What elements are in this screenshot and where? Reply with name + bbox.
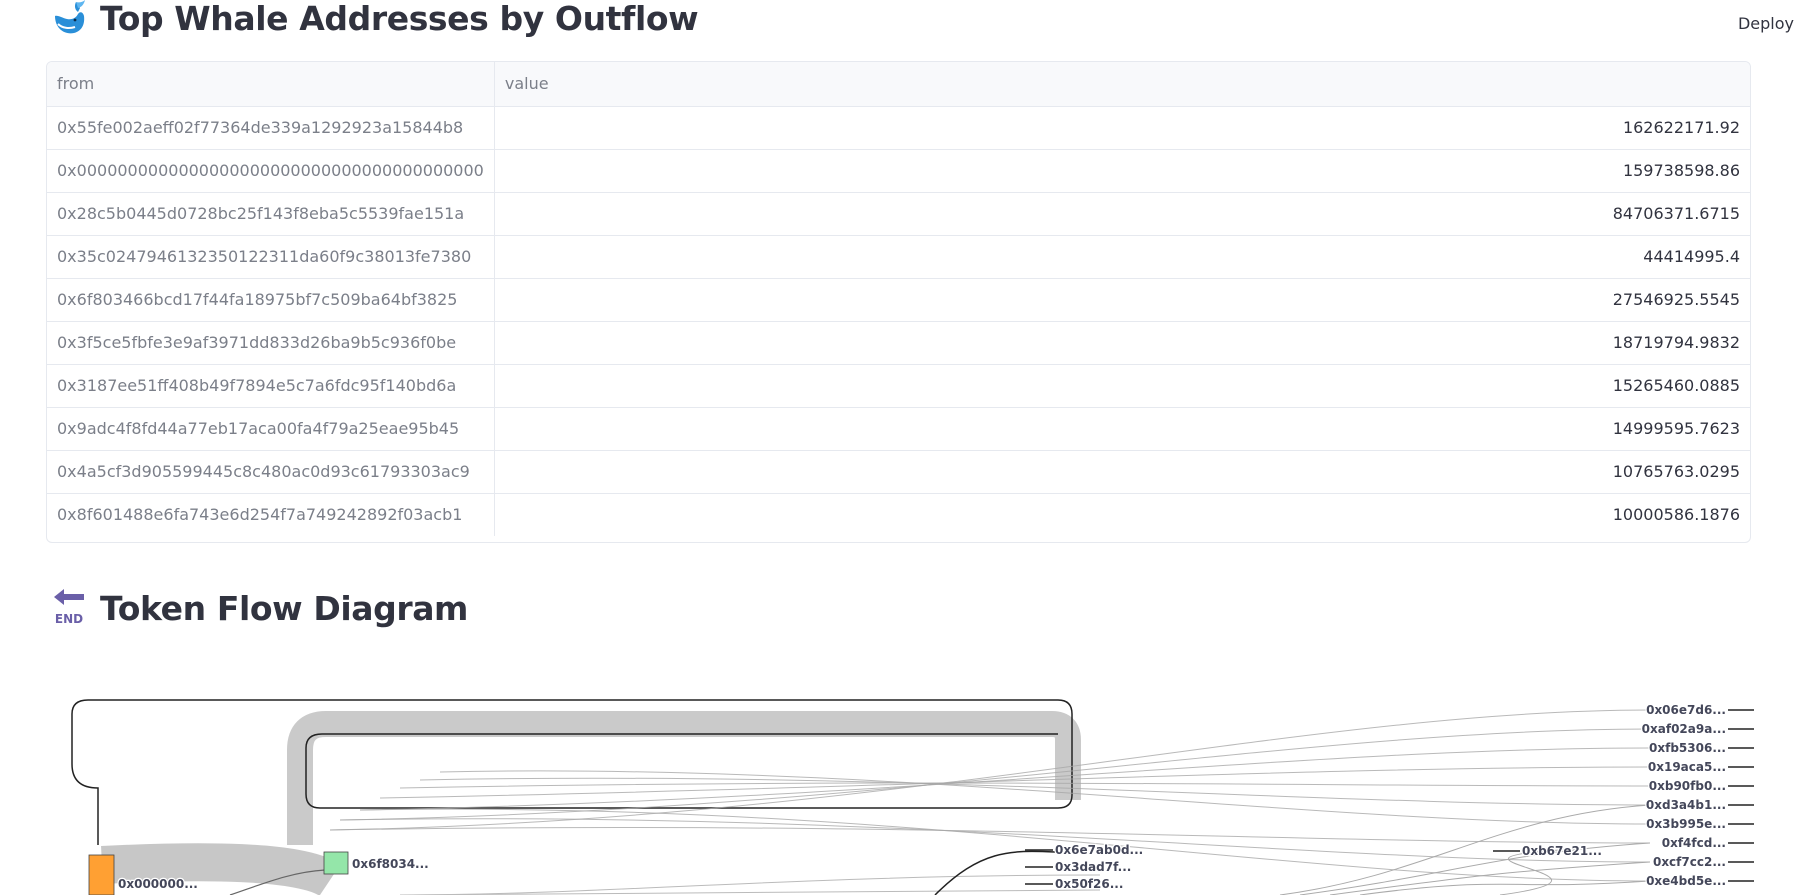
deploy-button[interactable]: Deploy — [1738, 14, 1794, 33]
cell-value[interactable]: 27546925.5545 — [494, 278, 1750, 322]
cell-value[interactable]: 18719794.9832 — [494, 321, 1750, 365]
cell-from-address[interactable]: 0x35c0247946132350122311da60f9c38013fe73… — [47, 235, 495, 279]
flow-node-label: 0x50f26... — [1055, 877, 1123, 891]
table-row[interactable]: 0x55fe002aeff02f77364de339a1292923a15844… — [47, 106, 1750, 150]
cell-value[interactable]: 84706371.6715 — [494, 192, 1750, 236]
flow-link[interactable] — [399, 889, 1101, 895]
cell-from-address[interactable]: 0x28c5b0445d0728bc25f143f8eba5c5539fae15… — [47, 192, 495, 236]
token-flow-diagram[interactable]: 0x000000... 0x6f8034... 0x6e7ab0d... 0x3dad… — [0, 680, 1807, 895]
flow-link[interactable] — [1359, 880, 1651, 895]
flow-section-title: Token Flow Diagram — [100, 588, 469, 628]
flow-node-label: 0xd3a4b1... — [1646, 798, 1726, 812]
table-row[interactable]: 0x8f601488e6fa743e6d254f7a749242892f03ac… — [47, 493, 1750, 536]
table-row[interactable]: 0x9adc4f8fd44a77eb17aca00fa4f79a25eae95b… — [47, 407, 1750, 451]
table-row[interactable]: 0x35c0247946132350122311da60f9c38013fe73… — [47, 235, 1750, 279]
cell-from-address[interactable]: 0x00000000000000000000000000000000000000… — [47, 149, 495, 193]
flow-link[interactable] — [419, 777, 1651, 806]
flow-node-label: 0xfb5306... — [1649, 741, 1726, 755]
cell-from-address[interactable]: 0x4a5cf3d905599445c8c480ac0d93c61793303a… — [47, 450, 495, 494]
cell-value[interactable]: 15265460.0885 — [494, 364, 1750, 408]
svg-text:END: END — [55, 612, 83, 626]
flow-node-label: 0x6f8034... — [352, 857, 429, 871]
flow-link[interactable] — [1329, 861, 1651, 895]
flow-link[interactable] — [379, 766, 1651, 799]
cell-from-address[interactable]: 0x3f5ce5fbfe3e9af3971dd833d26ba9b5c936f0… — [47, 321, 495, 365]
flow-link[interactable] — [399, 782, 1651, 789]
table-header-row: from value — [47, 62, 1750, 107]
flow-link[interactable] — [339, 728, 1651, 821]
flow-link[interactable] — [934, 850, 1056, 895]
flow-node-source[interactable] — [323, 851, 349, 875]
whale-icon — [52, 0, 86, 38]
flow-section-header: END Token Flow Diagram — [52, 588, 468, 628]
table-row[interactable]: 0x00000000000000000000000000000000000000… — [47, 149, 1750, 193]
flow-node-label: 0xb67e21... — [1522, 844, 1602, 858]
flow-node-label: 0x6e7ab0d... — [1055, 843, 1143, 857]
flow-node-label: 0xcf7cc2... — [1653, 855, 1726, 869]
flow-node-label: 0xaf02a9a... — [1642, 722, 1726, 736]
flow-node-label: 0x19aca5... — [1648, 760, 1726, 774]
cell-value[interactable]: 162622171.92 — [494, 106, 1750, 150]
end-arrow-icon: END — [52, 588, 86, 628]
cell-value[interactable]: 44414995.4 — [494, 235, 1750, 279]
table-row[interactable]: 0x3f5ce5fbfe3e9af3971dd833d26ba9b5c936f0… — [47, 321, 1750, 365]
cell-value[interactable]: 14999595.7623 — [494, 407, 1750, 451]
cell-from-address[interactable]: 0x6f803466bcd17f44fa18975bf7c509ba64bf38… — [47, 278, 495, 322]
flow-node-source[interactable] — [88, 854, 115, 895]
cell-value[interactable]: 10000586.1876 — [494, 493, 1750, 536]
whale-section-header: Top Whale Addresses by Outflow — [52, 0, 699, 38]
flow-node-label: 0xb90fb0... — [1649, 779, 1726, 793]
cell-from-address[interactable]: 0x8f601488e6fa743e6d254f7a749242892f03ac… — [47, 493, 495, 536]
flow-node-label: 0x3dad7f... — [1055, 860, 1131, 874]
flow-node-label: 0x06e7d6... — [1646, 703, 1726, 717]
flow-link[interactable] — [359, 747, 1651, 811]
cell-from-address[interactable]: 0x9adc4f8fd44a77eb17aca00fa4f79a25eae95b… — [47, 407, 495, 451]
flow-node-label: 0x000000... — [118, 877, 198, 891]
table-row[interactable]: 0x6f803466bcd17f44fa18975bf7c509ba64bf38… — [47, 278, 1750, 322]
whale-section-title: Top Whale Addresses by Outflow — [100, 0, 699, 38]
column-header-value[interactable]: value — [494, 62, 1750, 107]
cell-value[interactable]: 10765763.0295 — [494, 450, 1750, 494]
cell-from-address[interactable]: 0x55fe002aeff02f77364de339a1292923a15844… — [47, 106, 495, 150]
cell-from-address[interactable]: 0x3187ee51ff408b49f7894e5c7a6fdc95f140bd… — [47, 364, 495, 408]
flow-link[interactable] — [329, 826, 1651, 844]
flow-node-label: 0xf4fcd... — [1662, 836, 1726, 850]
cell-value[interactable]: 159738598.86 — [494, 149, 1750, 193]
table-row[interactable]: 0x4a5cf3d905599445c8c480ac0d93c61793303a… — [47, 450, 1750, 494]
table-row[interactable]: 0x28c5b0445d0728bc25f143f8eba5c5539fae15… — [47, 192, 1750, 236]
flow-node-label: 0xe4bd5e... — [1646, 874, 1726, 888]
whale-table[interactable]: from value 0x55fe002aeff02f77364de339a12… — [46, 61, 1751, 543]
column-header-from[interactable]: from — [47, 62, 495, 107]
flow-node-label: 0x3b995e... — [1646, 817, 1726, 831]
table-row[interactable]: 0x3187ee51ff408b49f7894e5c7a6fdc95f140bd… — [47, 364, 1750, 408]
app-page: Deploy Top Whale Addresses by Outflow fr… — [0, 0, 1807, 895]
flow-link[interactable] — [359, 808, 1651, 882]
